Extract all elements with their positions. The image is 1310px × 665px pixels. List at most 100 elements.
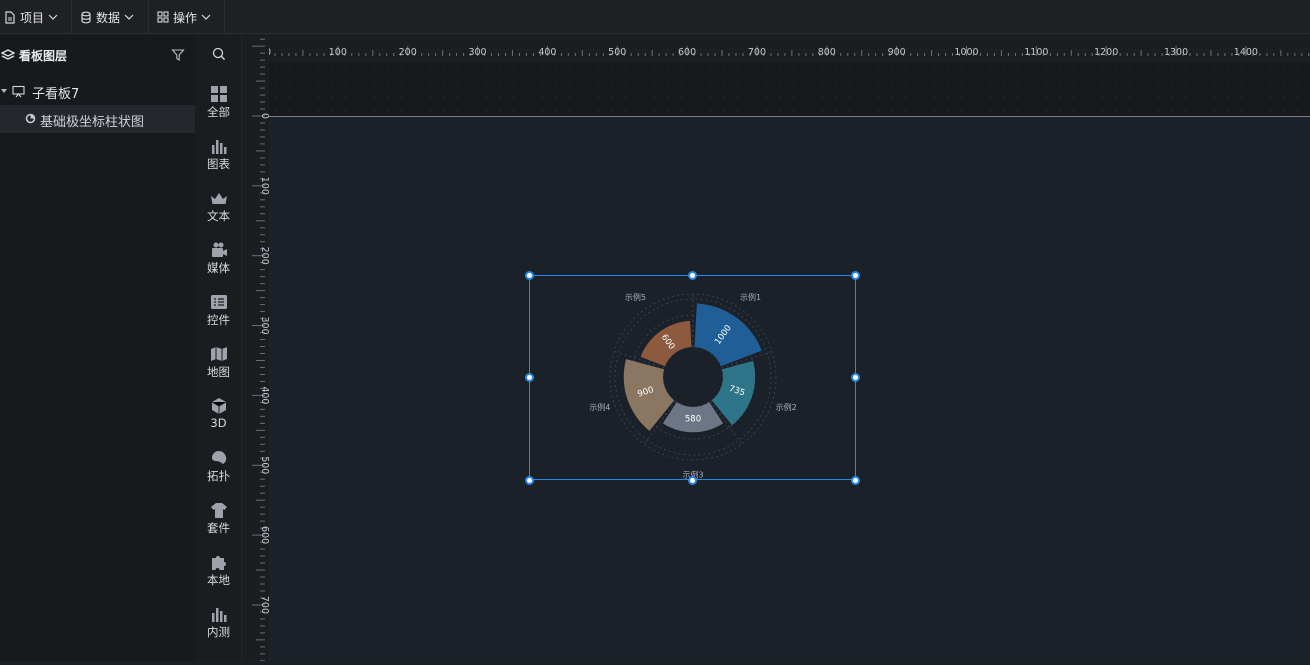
vertical-ruler-scale: 0 100 200 300 400 500 600 700 xyxy=(252,38,270,662)
component-control[interactable]: 控件 xyxy=(195,293,242,343)
ruler-label: 700 xyxy=(259,596,269,614)
component-topology[interactable]: 拓扑 xyxy=(195,449,242,499)
resize-handle-top[interactable] xyxy=(688,270,697,280)
ruler-label: 200 xyxy=(399,47,417,58)
filter-icon[interactable] xyxy=(171,48,185,62)
resize-handle-left[interactable] xyxy=(524,373,534,382)
ruler-label: 800 xyxy=(818,47,836,58)
grid-icon xyxy=(157,11,169,23)
ruler-label: 500 xyxy=(608,47,626,58)
component-local-label: 本地 xyxy=(207,573,230,587)
component-local[interactable]: 本地 xyxy=(195,553,242,603)
ruler-label: 400 xyxy=(538,47,556,58)
ruler-label: 100 xyxy=(329,47,347,58)
polar-category-label: 示例4 xyxy=(589,401,610,411)
puzzle-icon xyxy=(210,553,228,571)
chevron-down-icon xyxy=(201,13,211,21)
tree-item-chart-label: 基础极坐标柱状图 xyxy=(40,115,145,130)
file-icon xyxy=(4,10,16,24)
ruler-label: 700 xyxy=(748,47,766,58)
ruler-label: 1300 xyxy=(1164,47,1188,58)
chart-icon xyxy=(25,113,36,124)
cube-icon xyxy=(210,397,228,415)
menu-divider xyxy=(71,0,72,34)
components-panel: 全部 图表 文本 媒体 控件 地图 3D 拓扑 套件 本地 内测 xyxy=(195,35,242,661)
horizontal-ruler: 0100200300400500600700800900100011001200… xyxy=(265,35,1310,62)
chevron-down-icon xyxy=(48,13,58,21)
menu-project-label: 项目 xyxy=(20,10,45,25)
menu-project[interactable]: 项目 xyxy=(4,0,58,34)
ruler-label: 900 xyxy=(888,47,906,58)
ruler-label: 300 xyxy=(468,47,486,58)
component-map[interactable]: 地图 xyxy=(195,345,242,395)
component-all-label: 全部 xyxy=(207,105,230,119)
search-icon[interactable] xyxy=(212,47,226,61)
tree-item-chart[interactable]: 基础极坐标柱状图 xyxy=(0,105,195,133)
component-text[interactable]: 文本 xyxy=(195,189,242,239)
canvas-margin-area xyxy=(269,62,1310,116)
component-3d[interactable]: 3D xyxy=(195,397,242,447)
polar-bar-chart: 1000735580900600 示例1示例2示例3示例4示例5 xyxy=(589,292,797,479)
ruler-label: 500 xyxy=(259,456,269,474)
resize-handle-bottom[interactable] xyxy=(688,475,697,485)
polar-category-label: 示例1 xyxy=(740,292,761,302)
database-icon xyxy=(80,11,92,24)
component-text-label: 文本 xyxy=(207,209,230,223)
component-media[interactable]: 媒体 xyxy=(195,241,242,291)
ruler-label: 100 xyxy=(259,177,269,195)
menu-data[interactable]: 数据 xyxy=(80,0,134,34)
layers-panel-header: 看板图层 xyxy=(0,35,195,75)
component-beta[interactable]: 内测 xyxy=(195,605,242,655)
media-icon xyxy=(210,241,228,259)
vertical-ruler: 0 100 200 300 400 500 600 700 xyxy=(242,35,270,662)
beta-chart-icon xyxy=(210,605,228,623)
component-kit-label: 套件 xyxy=(207,521,230,535)
ruler-label: 1400 xyxy=(1234,47,1258,58)
layers-panel-title: 看板图层 xyxy=(19,49,68,63)
component-chart[interactable]: 图表 xyxy=(195,137,242,187)
polar-category-label: 示例5 xyxy=(624,292,645,302)
ruler-label: 300 xyxy=(259,316,269,334)
horizontal-ruler-scale: 0100200300400500600700800900100011001200… xyxy=(265,46,1310,58)
top-menu-bar: 项目 数据 操作 xyxy=(0,0,1310,34)
menu-data-label: 数据 xyxy=(96,10,121,25)
component-chart-label: 图表 xyxy=(207,157,230,171)
resize-handle-right[interactable] xyxy=(851,373,860,382)
resize-handle-bottom-left[interactable] xyxy=(524,475,534,485)
polar-grid-ring xyxy=(662,346,723,407)
topology-icon xyxy=(210,449,228,467)
chart-bars xyxy=(623,302,762,432)
ruler-label: 1100 xyxy=(1024,47,1048,58)
kit-icon xyxy=(210,501,228,519)
menu-operation[interactable]: 操作 xyxy=(157,0,211,34)
component-media-label: 媒体 xyxy=(207,261,230,275)
polar-category-label: 示例2 xyxy=(775,401,796,411)
component-all[interactable]: 全部 xyxy=(195,85,242,135)
ruler-label: 1200 xyxy=(1094,47,1118,58)
component-kit[interactable]: 套件 xyxy=(195,501,242,551)
resize-handle-top-left[interactable] xyxy=(524,270,534,280)
resize-handle-bottom-right[interactable] xyxy=(851,475,860,485)
chart-widget-selection[interactable]: 1000 735 580 900 600 示例1 示例2 示例3 示例4 示例5 xyxy=(524,270,860,485)
menu-divider xyxy=(224,0,225,34)
caret-down-icon[interactable] xyxy=(0,87,8,95)
component-beta-label: 内测 xyxy=(207,625,230,639)
tree-item-board-label: 子看板7 xyxy=(32,87,80,102)
layers-panel: 看板图层 子看板7 基础极坐标柱状图 xyxy=(0,35,195,661)
text-icon xyxy=(210,189,228,207)
component-topology-label: 拓扑 xyxy=(207,469,230,483)
map-icon xyxy=(210,345,228,363)
ruler-label: 600 xyxy=(259,526,269,544)
ruler-label: 1000 xyxy=(954,47,978,58)
control-icon xyxy=(210,293,228,311)
menu-operation-label: 操作 xyxy=(173,10,198,25)
grid-icon xyxy=(210,85,228,103)
menu-divider xyxy=(148,0,149,34)
component-control-label: 控件 xyxy=(207,313,230,327)
ruler-label: 400 xyxy=(259,386,269,404)
resize-handle-top-right[interactable] xyxy=(851,270,860,280)
chevron-down-icon xyxy=(124,13,134,21)
ruler-label: 200 xyxy=(259,247,269,265)
tree-item-board[interactable]: 子看板7 xyxy=(0,77,195,105)
layers-icon xyxy=(1,48,15,62)
